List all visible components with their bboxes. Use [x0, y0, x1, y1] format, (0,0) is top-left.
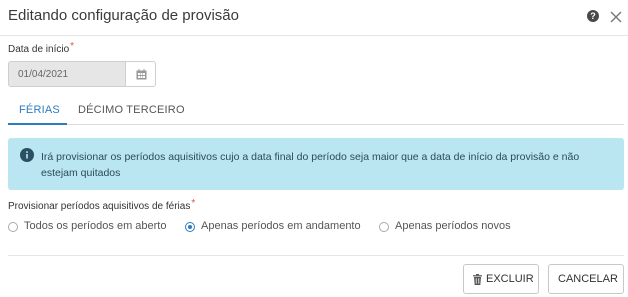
radio-label: Apenas períodos novos [395, 220, 511, 232]
required-marker: * [70, 41, 75, 52]
radio-periodos-andamento[interactable]: Apenas períodos em andamento [185, 220, 380, 236]
close-icon[interactable] [609, 10, 623, 24]
start-date-group [8, 61, 156, 87]
radio-circle [8, 222, 18, 232]
radio-circle-checked [185, 222, 195, 232]
calendar-button[interactable] [126, 61, 156, 87]
start-date-input[interactable] [8, 61, 126, 87]
help-icon[interactable]: ? [587, 10, 599, 22]
start-date-label-text: Data de início [8, 44, 70, 55]
delete-button[interactable]: EXCLUIR [463, 264, 539, 294]
footer-divider [8, 255, 624, 256]
calendar-icon [136, 69, 147, 80]
tab-bar: FÉRIAS DÉCIMO TERCEIRO [0, 96, 628, 125]
info-alert: Irá provisionar os períodos aquisitivos … [8, 138, 624, 190]
tab-decimo-terceiro[interactable]: DÉCIMO TERCEIRO [78, 104, 185, 116]
header-divider [0, 35, 628, 36]
radio-circle [379, 222, 389, 232]
provision-label-text: Provisionar períodos aquisitivos de féri… [8, 201, 191, 212]
cancel-button[interactable]: CANCELAR [548, 264, 624, 294]
radio-label: Todos os períodos em aberto [24, 220, 167, 232]
radio-periodos-novos[interactable]: Apenas períodos novos [379, 220, 529, 236]
provision-label: Provisionar períodos aquisitivos de féri… [8, 198, 196, 212]
tab-bar-line [8, 124, 624, 125]
radio-label: Apenas períodos em andamento [201, 220, 361, 232]
start-date-label: Data de início* [8, 41, 75, 55]
svg-text:?: ? [590, 11, 596, 21]
alert-text: Irá provisionar os períodos aquisitivos … [41, 151, 580, 179]
tab-ferias[interactable]: FÉRIAS [19, 104, 60, 116]
dialog-header: Editando configuração de provisão ? [0, 0, 628, 36]
cancel-button-label: CANCELAR [558, 273, 618, 285]
required-marker: * [191, 198, 196, 209]
trash-icon [473, 274, 482, 285]
dialog-title: Editando configuração de provisão [8, 7, 239, 24]
provision-radio-group: Todos os períodos em aberto Apenas perío… [8, 220, 624, 236]
radio-todos-periodos[interactable]: Todos os períodos em aberto [8, 220, 180, 236]
info-icon [20, 148, 34, 162]
delete-button-label: EXCLUIR [486, 273, 534, 285]
active-tab-indicator [8, 123, 67, 125]
